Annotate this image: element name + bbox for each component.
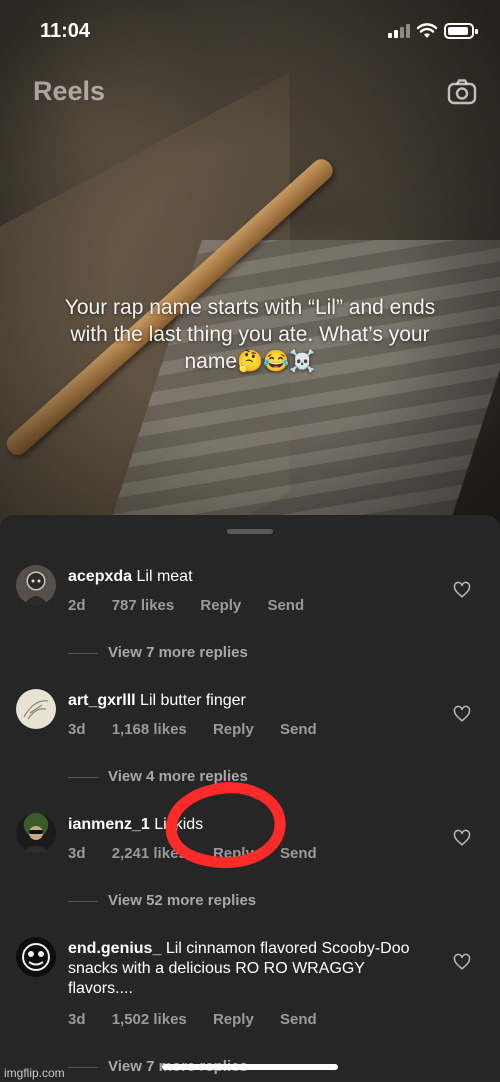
send-button[interactable]: Send xyxy=(280,845,317,862)
view-replies-button[interactable]: View 7 more replies xyxy=(68,644,248,661)
comment-age: 3d xyxy=(68,1011,86,1028)
comment-age: 3d xyxy=(68,845,86,862)
comment-body: ianmenz_1 Lil kids xyxy=(68,815,428,835)
avatar[interactable] xyxy=(16,937,56,977)
avatar-photo-icon xyxy=(22,826,50,853)
avatar[interactable] xyxy=(16,565,56,605)
avatar-face-icon xyxy=(22,943,50,971)
reel-caption: Your rap name starts with “Lil” and ends… xyxy=(64,296,436,373)
avatar[interactable] xyxy=(16,813,56,853)
status-bar: 11:04 xyxy=(0,0,500,64)
reply-button[interactable]: Reply xyxy=(200,597,241,614)
view-replies-button[interactable]: View 4 more replies xyxy=(68,768,248,785)
send-button[interactable]: Send xyxy=(280,721,317,738)
comment-username[interactable]: ianmenz_1 xyxy=(68,816,150,833)
heart-outline-icon[interactable] xyxy=(453,581,471,599)
comment-likes[interactable]: 2,241 likes xyxy=(112,845,187,862)
comment-username[interactable]: end.genius_ xyxy=(68,940,161,957)
sheet-grabber[interactable] xyxy=(227,529,273,534)
watermark: imgflip.com xyxy=(4,1066,65,1080)
send-button[interactable]: Send xyxy=(267,597,304,614)
comment-body: acepxda Lil meat xyxy=(68,567,428,587)
heart-outline-icon[interactable] xyxy=(453,705,471,723)
wifi-icon xyxy=(416,23,438,38)
page-title[interactable]: Reels xyxy=(33,76,105,107)
camera-icon[interactable] xyxy=(446,76,478,108)
comment-meta: 2d 787 likes Reply Send xyxy=(68,597,326,614)
battery-icon xyxy=(444,23,478,39)
comment-meta: 3d 2,241 likes Reply Send xyxy=(68,845,339,862)
avatar-sketch-icon xyxy=(23,700,49,720)
avatar[interactable] xyxy=(16,689,56,729)
comment-body: end.genius_ Lil cinnamon flavored Scooby… xyxy=(68,939,428,999)
comment-text: Lil meat xyxy=(136,568,193,585)
comment-age: 3d xyxy=(68,721,86,738)
heart-outline-icon[interactable] xyxy=(453,953,471,971)
comment-username[interactable]: art_gxrlll xyxy=(68,692,136,709)
comment-meta: 3d 1,502 likes Reply Send xyxy=(68,1011,339,1028)
avatar-sketch-icon xyxy=(24,573,48,605)
comment-meta: 3d 1,168 likes Reply Send xyxy=(68,721,339,738)
send-button[interactable]: Send xyxy=(280,1011,317,1028)
comment-likes[interactable]: 1,502 likes xyxy=(112,1011,187,1028)
comment-likes[interactable]: 1,168 likes xyxy=(112,721,187,738)
cellular-signal-icon xyxy=(388,24,410,38)
comment-age: 2d xyxy=(68,597,86,614)
view-replies-button[interactable]: View 52 more replies xyxy=(68,892,256,909)
comments-sheet: acepxda Lil meat 2d 787 likes Reply Send… xyxy=(0,515,500,1082)
reply-button[interactable]: Reply xyxy=(213,1011,254,1028)
comment-username[interactable]: acepxda xyxy=(68,568,132,585)
heart-outline-icon[interactable] xyxy=(453,829,471,847)
comment-body: art_gxrlll Lil butter finger xyxy=(68,691,428,711)
reply-button[interactable]: Reply xyxy=(213,721,254,738)
status-time: 11:04 xyxy=(40,20,91,42)
reply-button[interactable]: Reply xyxy=(213,845,254,862)
comment-text: Lil butter finger xyxy=(140,692,246,709)
comment-likes[interactable]: 787 likes xyxy=(112,597,175,614)
home-indicator[interactable] xyxy=(162,1064,338,1070)
comment-text: Lil kids xyxy=(154,816,204,833)
